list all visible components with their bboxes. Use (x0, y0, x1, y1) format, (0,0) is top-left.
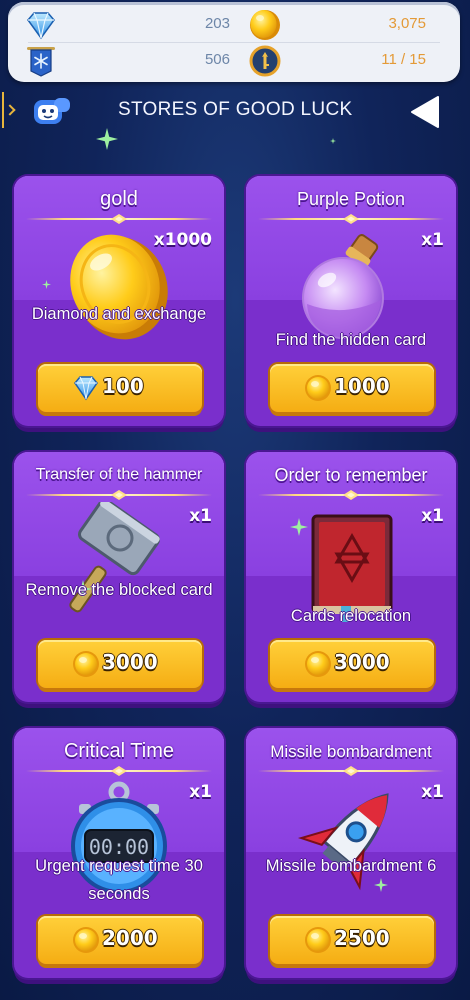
buy-button[interactable]: 3000 (38, 640, 202, 688)
sparkle-icon (374, 878, 388, 892)
item-description: Remove the blocked card (25, 581, 213, 599)
back-arrow-icon[interactable] (408, 94, 444, 130)
item-title: Purple Potion (296, 189, 406, 209)
item-description: Cards relocation (290, 607, 412, 625)
sparkle-icon (330, 138, 336, 144)
store-item-critical-time: Critical Time 00:00 x1 Urgent request ti… (14, 728, 224, 978)
store-item-purple-potion: Purple Potion x1 Find the hidden card 10… (246, 176, 456, 426)
item-title: Critical Time (63, 740, 174, 762)
item-quantity: x1 (421, 506, 444, 526)
item-price: 1000 (334, 374, 390, 398)
missile-icon (297, 793, 389, 891)
gold-coin-icon (305, 927, 331, 953)
keys-counter: 11 / 15 (248, 42, 458, 80)
item-quantity: x1 (421, 230, 444, 250)
banner-count: 506 (204, 51, 230, 68)
gold-counter: 3,075 (248, 6, 458, 44)
diamond-counter: 203 (24, 6, 234, 44)
ornament-icon (111, 766, 127, 776)
ornament-icon (343, 214, 359, 224)
item-title: Order to remember (274, 465, 428, 485)
ornament-icon (343, 490, 359, 500)
resource-row: 506 11 / 15 (8, 42, 460, 80)
item-price: 2500 (334, 926, 390, 950)
gold-coin-icon (305, 651, 331, 677)
gold-coin-icon (73, 927, 99, 953)
item-title: Missile bombardment (270, 742, 432, 761)
diamond-icon (74, 376, 98, 400)
key-shield-icon (249, 45, 281, 77)
store-header: STORES OF GOOD LUCK (0, 88, 470, 132)
resource-row: 203 3,075 (8, 6, 460, 44)
resource-panel: 203 3,075 506 11 / 15 (8, 2, 460, 82)
item-price: 2000 (102, 926, 158, 950)
buy-button[interactable]: 1000 (270, 364, 434, 412)
diamond-icon (27, 12, 55, 40)
item-description: Find the hidden card (275, 331, 427, 349)
item-price: 3000 (334, 650, 390, 674)
ornament-icon (111, 214, 127, 224)
sparkle-icon (290, 518, 308, 536)
store-item-gold: gold x1000 Diamond and exchange 100 (14, 176, 224, 426)
store-item-missile: Missile bombardment x1 Missile bombardme… (246, 728, 456, 978)
buy-button[interactable]: 100 (38, 364, 202, 412)
robot-mascot-icon (34, 98, 70, 124)
hammer-icon (69, 502, 161, 613)
item-price: 100 (102, 374, 144, 398)
page-title: STORES OF GOOD LUCK (118, 99, 353, 120)
item-quantity: x1000 (153, 230, 212, 250)
sparkle-icon (96, 128, 118, 150)
item-quantity: x1 (189, 782, 212, 802)
buy-button[interactable]: 2500 (270, 916, 434, 964)
diamond-count: 203 (204, 15, 230, 32)
store-item-order-book: Order to remember x1 Cards relocation 30… (246, 452, 456, 702)
item-quantity: x1 (421, 782, 444, 802)
gold-coin-icon (305, 375, 331, 401)
snowflake-banner-icon (27, 47, 55, 77)
item-title: Transfer of the hammer (35, 466, 203, 483)
side-drawer-handle[interactable] (2, 92, 8, 128)
gold-coin-icon (73, 651, 99, 677)
item-description: Missile bombardment 6 (265, 857, 437, 875)
store-item-hammer: Transfer of the hammer x1 Remove the blo… (14, 452, 224, 702)
item-quantity: x1 (189, 506, 212, 526)
ornament-icon (343, 766, 359, 776)
banner-counter: 506 (24, 42, 234, 80)
ornament-icon (111, 490, 127, 500)
buy-button[interactable]: 2000 (38, 916, 202, 964)
buy-button[interactable]: 3000 (270, 640, 434, 688)
gold-count: 3,075 (388, 15, 426, 32)
sparkle-icon (42, 280, 51, 289)
item-description: Diamond and exchange (31, 305, 207, 323)
keys-count: 11 / 15 (381, 51, 426, 68)
item-description: Urgent request time 30 seconds (35, 857, 203, 903)
gold-coin-icon (250, 10, 280, 40)
item-title: gold (100, 188, 138, 210)
item-price: 3000 (102, 650, 158, 674)
